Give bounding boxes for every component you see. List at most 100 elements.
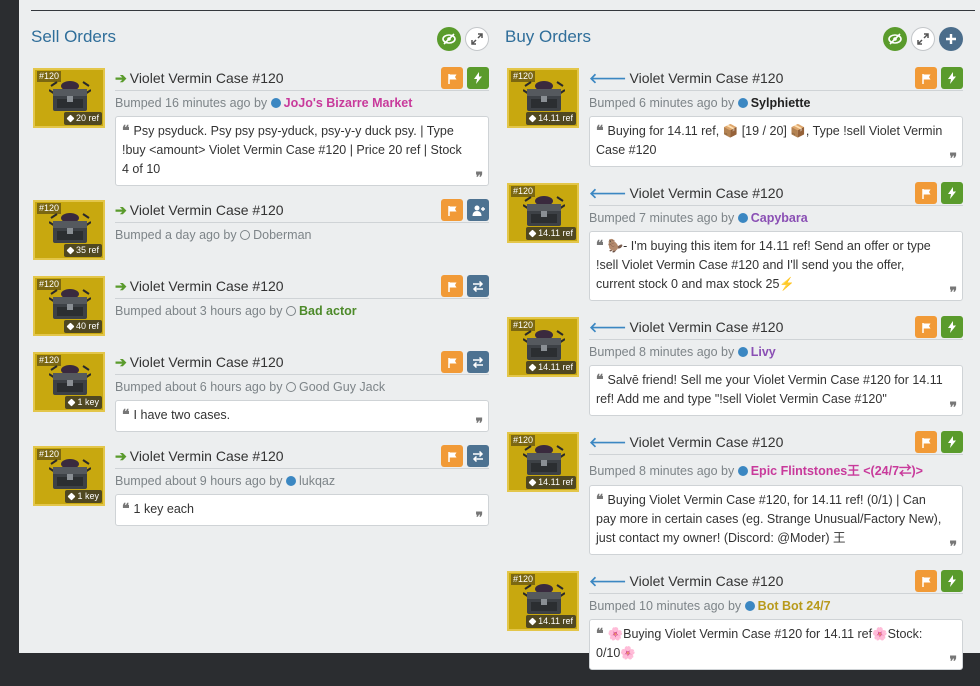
bumped-text: Bumped 8 minutes ago by xyxy=(589,345,735,359)
listing-comment: ❝ Psy psyduck. Psy psy psy-yduck, psy-y-y… xyxy=(115,116,489,186)
item-image[interactable]: #120 14.11 ref xyxy=(507,432,579,492)
report-button[interactable] xyxy=(915,431,937,453)
report-button[interactable] xyxy=(915,570,937,592)
bumped-text: Bumped about 3 hours ago by xyxy=(115,304,283,318)
listing-title[interactable]: 🡐 Violet Vermin Case #120 xyxy=(589,573,783,590)
report-button[interactable] xyxy=(441,275,463,297)
price-tag: 14.11 ref xyxy=(526,361,576,374)
user-link[interactable]: Epic Flintstones王 <(24/7⇄)> xyxy=(751,464,923,478)
buy-listing: #120 14.11 ref 🡐 Violet Vermin Case #120 Bum… xyxy=(505,316,963,416)
buy-orders-column: Buy Orders #120 14.11 ref 🡐 Violet Vermin C… xyxy=(505,0,963,686)
listing-title[interactable]: ➔ Violet Vermin Case #120 xyxy=(115,202,284,219)
instant-trade-button[interactable] xyxy=(941,316,963,338)
instant-trade-button[interactable] xyxy=(467,67,489,89)
comment-text: Salvē friend! Sell me your Violet Vermin… xyxy=(596,373,943,406)
expand-button[interactable] xyxy=(465,27,489,51)
instant-trade-button[interactable] xyxy=(941,431,963,453)
exchange-icon xyxy=(472,450,484,462)
report-button[interactable] xyxy=(915,67,937,89)
listing-title[interactable]: 🡐 Violet Vermin Case #120 xyxy=(589,70,783,87)
plus-icon xyxy=(946,34,956,44)
report-button[interactable] xyxy=(915,316,937,338)
crate-icon xyxy=(523,330,565,360)
item-image[interactable]: #120 40 ref xyxy=(33,276,105,336)
listing-title[interactable]: ➔ Violet Vermin Case #120 xyxy=(115,70,284,87)
toggle-visibility-button[interactable] xyxy=(883,27,907,51)
listing-title[interactable]: ➔ Violet Vermin Case #120 xyxy=(115,278,284,295)
comment-text: Buying for 14.11 ref, 📦 [19 / 20] 📦, Typ… xyxy=(596,124,943,157)
lightning-icon xyxy=(948,72,956,84)
instant-trade-button[interactable] xyxy=(941,570,963,592)
report-button[interactable] xyxy=(441,67,463,89)
listing-title-text: Violet Vermin Case #120 xyxy=(629,434,784,450)
status-dot xyxy=(737,98,748,108)
listing-title[interactable]: ➔ Violet Vermin Case #120 xyxy=(115,448,284,465)
item-image[interactable]: #120 14.11 ref xyxy=(507,68,579,128)
eye-slash-icon xyxy=(888,33,902,45)
user-link[interactable]: Sylphiette xyxy=(751,96,811,110)
user-link[interactable]: Bot Bot 24/7 xyxy=(758,599,831,613)
quote-close-icon: ❞ xyxy=(475,509,483,525)
item-image[interactable]: #120 14.11 ref xyxy=(507,571,579,631)
user-link[interactable]: Good Guy Jack xyxy=(299,380,385,394)
send-offer-button[interactable] xyxy=(467,351,489,373)
item-image[interactable]: #120 14.11 ref xyxy=(507,317,579,377)
item-image[interactable]: #120 35 ref xyxy=(33,200,105,260)
item-number-tag: #120 xyxy=(37,355,62,366)
item-number-tag: #120 xyxy=(37,449,62,460)
item-image[interactable]: #120 1 key xyxy=(33,352,105,412)
toggle-visibility-button[interactable] xyxy=(437,27,461,51)
user-link[interactable]: Capybara xyxy=(751,211,808,225)
listing-comment: ❝ 🦫- I'm buying this item for 14.11 ref! … xyxy=(589,231,963,301)
listing-title-text: Violet Vermin Case #120 xyxy=(629,319,784,335)
crate-icon xyxy=(523,584,565,614)
expand-button[interactable] xyxy=(911,27,935,51)
price-value: 40 ref xyxy=(75,321,99,331)
report-button[interactable] xyxy=(441,199,463,221)
bumped-info: Bumped 8 minutes ago by Epic Flintstones… xyxy=(589,460,963,479)
flag-icon xyxy=(921,322,930,333)
price-tag: 14.11 ref xyxy=(526,615,576,628)
item-image[interactable]: #120 20 ref xyxy=(33,68,105,128)
sell-listing: #120 1 key ➔ Violet Vermin Case #120 Bumped … xyxy=(31,445,489,526)
listing-title-text: Violet Vermin Case #120 xyxy=(129,278,284,294)
item-image[interactable]: #120 14.11 ref xyxy=(507,183,579,243)
item-number-tag: #120 xyxy=(37,71,62,82)
send-offer-button[interactable] xyxy=(467,445,489,467)
sell-listing: #120 1 key ➔ Violet Vermin Case #120 Bumped … xyxy=(31,351,489,432)
listing-title[interactable]: 🡐 Violet Vermin Case #120 xyxy=(589,434,783,451)
sell-orders-column: Sell Orders #120 20 ref ➔ Violet Vermin Cas… xyxy=(31,0,489,540)
listing-title[interactable]: ➔ Violet Vermin Case #120 xyxy=(115,354,284,371)
status-dot xyxy=(744,601,755,611)
arrow-left-icon: 🡐 xyxy=(589,573,627,589)
report-button[interactable] xyxy=(441,351,463,373)
quote-close-icon: ❞ xyxy=(949,399,957,415)
sell-listing: #120 35 ref ➔ Violet Vermin Case #120 Bumped… xyxy=(31,199,489,262)
instant-trade-button[interactable] xyxy=(941,182,963,204)
user-link[interactable]: Doberman xyxy=(253,228,311,242)
crate-icon xyxy=(49,365,91,395)
instant-trade-button[interactable] xyxy=(941,67,963,89)
send-offer-button[interactable] xyxy=(467,275,489,297)
bumped-info: Bumped about 6 hours ago by Good Guy Jac… xyxy=(115,380,489,394)
listing-comment: ❝ Buying for 14.11 ref, 📦 [19 / 20] 📦, Ty… xyxy=(589,116,963,167)
price-value: 1 key xyxy=(77,397,99,407)
quote-open-icon: ❝ xyxy=(596,625,604,641)
quote-close-icon: ❞ xyxy=(475,415,483,431)
flag-icon xyxy=(447,73,456,84)
listing-title-text: Violet Vermin Case #120 xyxy=(129,202,284,218)
item-image[interactable]: #120 1 key xyxy=(33,446,105,506)
add-buy-order-button[interactable] xyxy=(939,27,963,51)
listing-title[interactable]: 🡐 Violet Vermin Case #120 xyxy=(589,319,783,336)
comment-text: 1 key each xyxy=(133,502,195,516)
add-friend-button[interactable] xyxy=(467,199,489,221)
user-link[interactable]: Bad actor xyxy=(299,304,357,318)
bumped-text: Bumped 7 minutes ago by xyxy=(589,211,735,225)
user-link[interactable]: lukqaz xyxy=(299,474,335,488)
report-button[interactable] xyxy=(915,182,937,204)
report-button[interactable] xyxy=(441,445,463,467)
lightning-icon xyxy=(948,436,956,448)
listing-title[interactable]: 🡐 Violet Vermin Case #120 xyxy=(589,185,783,202)
user-link[interactable]: Livy xyxy=(751,345,776,359)
user-link[interactable]: JoJo's Bizarre Market xyxy=(284,96,413,110)
